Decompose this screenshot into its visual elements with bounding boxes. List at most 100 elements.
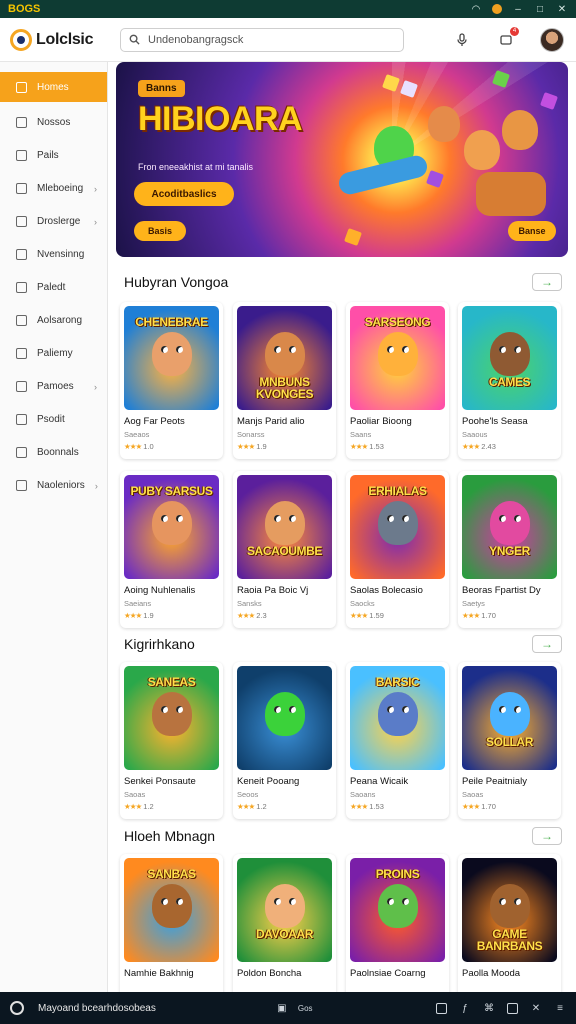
game-thumbnail-title: CHENEBRAE: [135, 315, 208, 329]
sidebar-item-label: Nvensinng: [37, 249, 85, 260]
game-character-icon: [152, 332, 192, 376]
calendar-icon[interactable]: [436, 1002, 447, 1014]
close-icon[interactable]: ✕: [556, 3, 568, 15]
sidebar-item-5[interactable]: Nvensinng: [0, 238, 107, 271]
game-thumbnail[interactable]: PUBY SARSUS: [124, 475, 219, 579]
sidebar-item-11[interactable]: Boonnals: [0, 436, 107, 469]
sidebar-item-1[interactable]: Nossos: [0, 106, 107, 139]
game-card[interactable]: SANBAS Namhie Bakhnig: [120, 854, 223, 992]
arrow-right-icon[interactable]: →: [532, 635, 562, 653]
game-rating: ★★★ 1.2: [124, 802, 154, 811]
hero-banner[interactable]: Banns HIBIOARA Fron eneeakhist at mi tan…: [116, 62, 568, 257]
game-thumbnail[interactable]: [237, 666, 332, 770]
game-character-icon: [152, 501, 192, 545]
sidebar-item-4[interactable]: Droslerge ›: [0, 205, 107, 238]
sidebar-item-12[interactable]: Naoleniors ›: [0, 469, 107, 502]
rating-score: 1.70: [481, 802, 496, 811]
hero-right-button[interactable]: Banse: [508, 221, 556, 241]
game-card[interactable]: ERHIALAS Saolas Bolecasio Saocks ★★★ 1.59: [346, 471, 449, 628]
sidebar-item-label: Nossos: [37, 117, 71, 128]
game-name: Aog Far Peots: [124, 416, 185, 427]
game-thumbnail[interactable]: GAME BANRBANS: [462, 858, 557, 962]
game-character-icon: [265, 692, 305, 736]
avatar[interactable]: [540, 27, 564, 52]
game-thumbnail[interactable]: ERHIALAS: [350, 475, 445, 579]
game-thumbnail[interactable]: CHENEBRAE: [124, 306, 219, 410]
game-character-icon: [152, 692, 192, 736]
game-thumbnail[interactable]: DAVOAAR: [237, 858, 332, 962]
game-card[interactable]: SACAOUMBE Raoia Pa Boic Vj Sansks ★★★ 2.3: [233, 471, 336, 628]
sidebar-item-label: Pamoes: [37, 381, 74, 392]
sidebar-item-10[interactable]: Psodit: [0, 403, 107, 436]
game-card[interactable]: SOLLAR Peile Peaitnialy Saoas ★★★ 1.70: [458, 662, 561, 819]
game-thumbnail[interactable]: SARSEONG: [350, 306, 445, 410]
game-card[interactable]: DAVOAAR Poldon Boncha: [233, 854, 336, 992]
game-card[interactable]: Keneit Pooang Seoos ★★★ 1.2: [233, 662, 336, 819]
minimize-icon[interactable]: –: [512, 3, 524, 15]
drag-handle-icon[interactable]: ≡: [554, 1002, 566, 1014]
game-thumbnail[interactable]: SOLLAR: [462, 666, 557, 770]
game-thumbnail[interactable]: SACAOUMBE: [237, 475, 332, 579]
maximize-icon[interactable]: □: [534, 3, 546, 15]
rating-stars: ★★★: [124, 802, 142, 811]
rating-score: 1.0: [143, 442, 154, 451]
wifi-icon[interactable]: ◠: [470, 3, 482, 15]
game-thumbnail[interactable]: YNGER: [462, 475, 557, 579]
game-thumbnail[interactable]: BARSIC: [350, 666, 445, 770]
game-name: Saolas Bolecasio: [350, 585, 423, 596]
hero-cta-button[interactable]: Acoditbaslics: [134, 182, 234, 206]
chat-icon[interactable]: [507, 1002, 518, 1014]
game-card[interactable]: CHENEBRAE Aog Far Peots Saeaos ★★★ 1.0: [120, 302, 223, 459]
character-icon: [464, 130, 500, 170]
sidebar-item-6[interactable]: Paledt: [0, 271, 107, 304]
search-input[interactable]: [148, 33, 388, 46]
hero-left-button[interactable]: Basis: [134, 221, 186, 241]
rating-score: 2.43: [481, 442, 496, 451]
game-meta: Saocks: [350, 599, 375, 608]
sidebar-item-2[interactable]: Pails: [0, 139, 107, 172]
rating-stars: ★★★: [124, 442, 142, 451]
game-card[interactable]: PUBY SARSUS Aoing Nuhlenalis Saeians ★★★ 1.…: [120, 471, 223, 628]
sidebar-item-9[interactable]: Pamoes ›: [0, 370, 107, 403]
game-card[interactable]: SANEAS Senkei Ponsaute Saoas ★★★ 1.2: [120, 662, 223, 819]
logo[interactable]: Lolclsic: [0, 28, 110, 51]
game-meta: Saetys: [462, 599, 485, 608]
section-title: Kigrirhkano: [124, 636, 195, 652]
game-card[interactable]: SARSEONG Paoliar Bioong Saans ★★★ 1.53: [346, 302, 449, 459]
notification-badge: 4: [510, 26, 519, 36]
game-thumbnail[interactable]: SANEAS: [124, 666, 219, 770]
sidebar-item-0[interactable]: Homes: [0, 72, 107, 102]
link-icon[interactable]: ⌘: [483, 1002, 495, 1014]
game-card[interactable]: GAME BANRBANS Paolla Mooda: [458, 854, 561, 992]
arrow-right-icon[interactable]: →: [532, 827, 562, 845]
sidebar-item-icon: [16, 480, 27, 491]
game-card[interactable]: YNGER Beoras Fpartist Dy Saetys ★★★ 1.70: [458, 471, 561, 628]
arrow-right-icon[interactable]: →: [532, 273, 562, 291]
sidebar-item-8[interactable]: Paliemy: [0, 337, 107, 370]
game-thumbnail[interactable]: CAMES: [462, 306, 557, 410]
taskbar-app-icon[interactable]: ▣: [276, 1002, 288, 1014]
game-thumbnail-title: BARSIC: [375, 675, 420, 689]
rating-score: 1.9: [256, 442, 267, 451]
game-card[interactable]: BARSIC Peana Wicaik Saoans ★★★ 1.53: [346, 662, 449, 819]
game-name: Aoing Nuhlenalis: [124, 585, 196, 596]
search-box[interactable]: [120, 27, 404, 52]
sidebar-item-label: Paledt: [37, 282, 66, 293]
game-card[interactable]: MNBUNS KVONGES Manjs Parid alio Sonarss ★★★…: [233, 302, 336, 459]
game-thumbnail[interactable]: PROINS: [350, 858, 445, 962]
game-thumbnail[interactable]: MNBUNS KVONGES: [237, 306, 332, 410]
sidebar-item-7[interactable]: Aolsarong: [0, 304, 107, 337]
mic-icon[interactable]: [452, 30, 472, 50]
game-card[interactable]: PROINS Paolnsiae Coarng: [346, 854, 449, 992]
game-name: Paolla Mooda: [462, 968, 521, 979]
game-meta: Saoans: [350, 790, 376, 799]
feather-icon[interactable]: ƒ: [459, 1002, 471, 1014]
close-icon[interactable]: ✕: [530, 1002, 542, 1014]
start-icon[interactable]: [10, 1001, 24, 1015]
game-card[interactable]: CAMES Poohe'ls Seasa Saaous ★★★ 2.43: [458, 302, 561, 459]
notification-icon[interactable]: 4: [496, 26, 519, 50]
game-thumbnail[interactable]: SANBAS: [124, 858, 219, 962]
rating-score: 1.9: [143, 611, 154, 620]
game-name: Beoras Fpartist Dy: [462, 585, 541, 596]
sidebar-item-3[interactable]: Mleboeing ›: [0, 172, 107, 205]
